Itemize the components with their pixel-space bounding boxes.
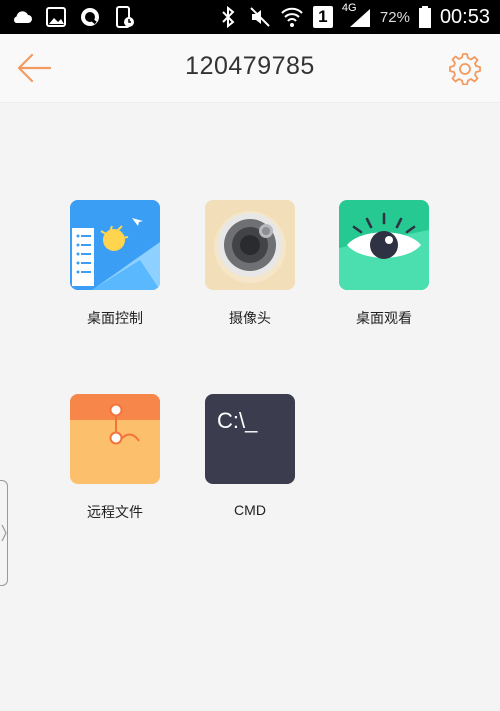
- sim-slot-text: 1: [318, 7, 328, 26]
- eye-icon: [339, 200, 429, 290]
- tile-remote-files[interactable]: 远程文件: [50, 394, 180, 522]
- tile-label: 桌面控制: [87, 311, 143, 327]
- page-title: 120479785: [185, 52, 315, 80]
- status-bar: 1 4G 72% 00:53: [0, 0, 500, 34]
- tile-label: 桌面观看: [356, 311, 412, 327]
- qq-icon: [78, 5, 102, 29]
- settings-button[interactable]: [448, 51, 482, 86]
- cmd-terminal-icon: C:\_: [205, 394, 295, 484]
- bluetooth-icon: [216, 5, 240, 29]
- cloud-icon: [10, 5, 34, 29]
- tile-desktop-view[interactable]: 桌面观看: [319, 200, 449, 328]
- app-bar: 120479785: [0, 34, 500, 103]
- side-drawer-handle[interactable]: [0, 480, 8, 586]
- cmd-icon-text: C:\_: [217, 408, 258, 433]
- folder-icon: [70, 394, 160, 484]
- chevron-right-icon: [1, 524, 7, 542]
- gallery-icon: [44, 5, 68, 29]
- clock: 00:53: [439, 5, 490, 28]
- phone-clock-icon: [112, 5, 136, 29]
- tile-desktop-control[interactable]: 桌面控制: [50, 200, 180, 328]
- tile-label: CMD: [234, 502, 266, 518]
- camera-icon: [205, 200, 295, 290]
- gear-icon: [449, 53, 481, 86]
- battery-percentage: 72%: [379, 8, 410, 26]
- network-type: 4G: [341, 2, 357, 14]
- tile-camera[interactable]: 摄像头: [185, 200, 315, 328]
- tile-label: 远程文件: [87, 505, 143, 521]
- wifi-icon: [280, 5, 304, 29]
- battery-icon: [418, 5, 432, 29]
- desktop-control-icon: [70, 200, 160, 290]
- signal-icon: 4G: [341, 2, 372, 29]
- tile-cmd[interactable]: C:\_ CMD: [185, 394, 315, 518]
- sim-icon: 1: [312, 5, 334, 29]
- tile-label: 摄像头: [229, 311, 271, 327]
- mute-icon: [248, 5, 272, 29]
